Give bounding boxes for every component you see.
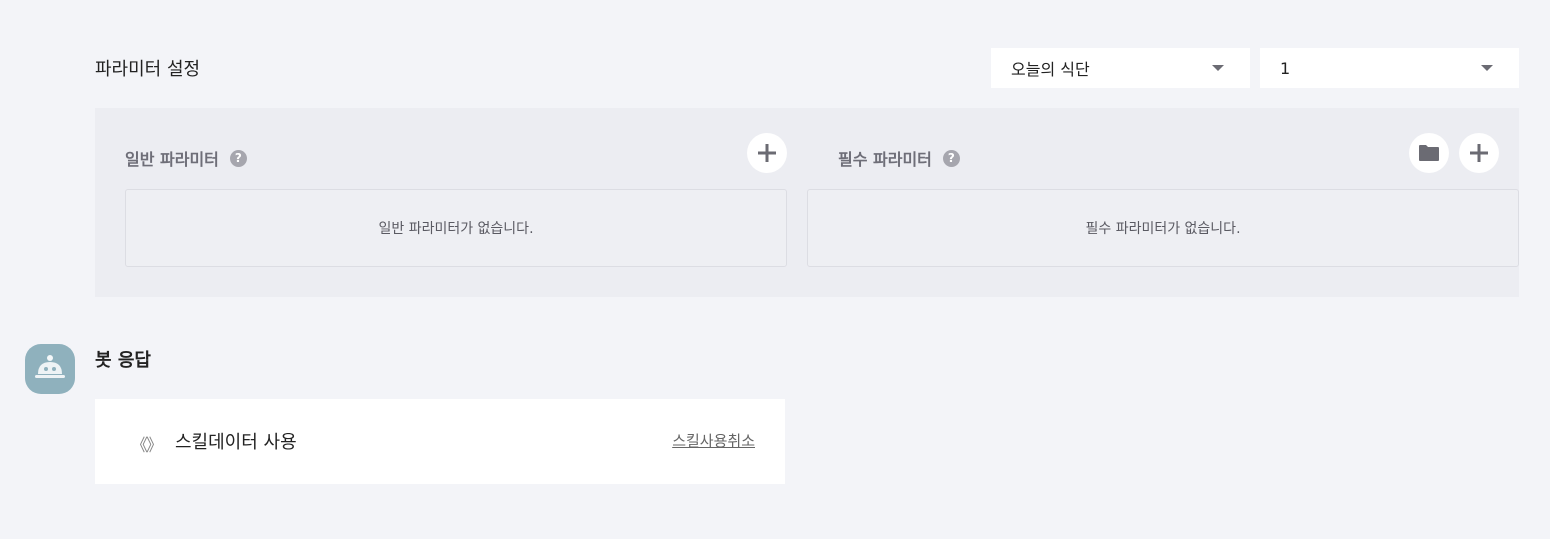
params-section-title: 파라미터 설정 bbox=[95, 59, 201, 80]
bot-icon bbox=[35, 355, 65, 378]
required-params-empty: 필수 파라미터가 없습니다. bbox=[807, 189, 1519, 267]
number-select-value: 1 bbox=[1280, 58, 1291, 78]
code-brackets-icon: 《》 bbox=[131, 436, 163, 456]
folder-button[interactable] bbox=[1409, 133, 1449, 173]
number-select[interactable]: 1 bbox=[1260, 48, 1519, 88]
folder-icon bbox=[1419, 145, 1439, 161]
params-panel: 일반 파라미터 ? 일반 파라미터가 없습니다. 필수 파라미터 ? 필수 파라… bbox=[95, 108, 1519, 297]
required-params-header: 필수 파라미터 ? bbox=[838, 146, 960, 170]
block-select[interactable]: 오늘의 식단 bbox=[991, 48, 1250, 88]
required-params-label: 필수 파라미터 bbox=[838, 150, 932, 169]
bot-response-title: 봇 응답 bbox=[95, 350, 151, 371]
chevron-down-icon bbox=[1212, 65, 1224, 71]
plus-icon bbox=[1470, 144, 1488, 162]
add-general-param-button[interactable] bbox=[747, 133, 787, 173]
chevron-down-icon bbox=[1481, 65, 1493, 71]
help-icon[interactable]: ? bbox=[942, 149, 960, 167]
skill-card: 《》 스킬데이터 사용 스킬사용취소 bbox=[95, 399, 785, 484]
plus-icon bbox=[758, 144, 776, 162]
skill-data-label: 스킬데이터 사용 bbox=[175, 432, 297, 453]
general-params-empty: 일반 파라미터가 없습니다. bbox=[125, 189, 787, 267]
block-select-value: 오늘의 식단 bbox=[1011, 60, 1090, 79]
add-required-param-button[interactable] bbox=[1459, 133, 1499, 173]
bot-avatar bbox=[25, 344, 75, 394]
cancel-skill-link[interactable]: 스킬사용취소 bbox=[672, 430, 755, 451]
general-params-header: 일반 파라미터 ? bbox=[125, 146, 247, 170]
general-params-label: 일반 파라미터 bbox=[125, 150, 219, 169]
help-icon[interactable]: ? bbox=[229, 149, 247, 167]
